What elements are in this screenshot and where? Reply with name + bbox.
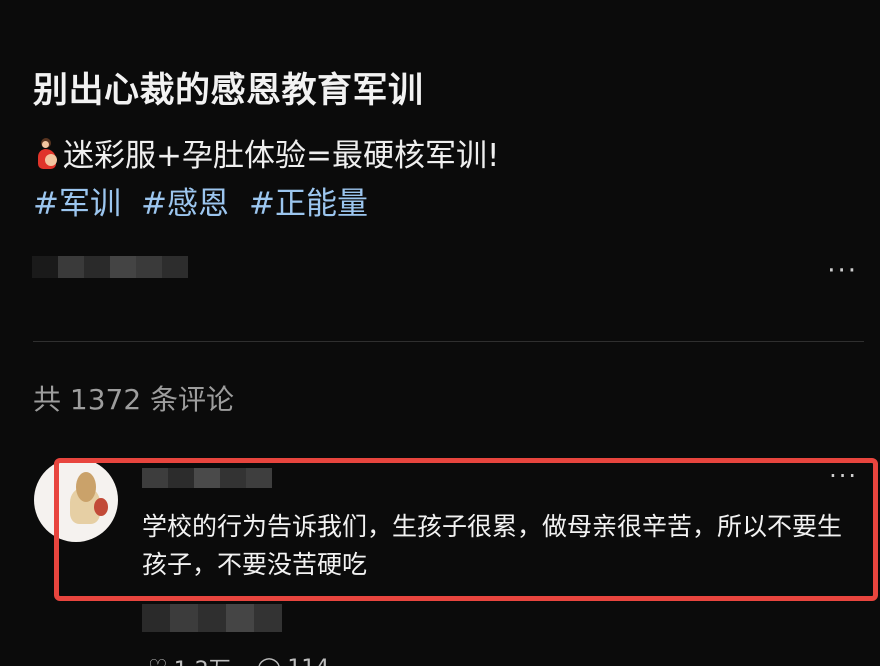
- comment-meta-blurred: [142, 604, 282, 632]
- comment-count: 共 1372 条评论: [33, 383, 235, 416]
- post-page: 别出心裁的感恩教育军训 迷彩服+孕肚体验=最硬核军训! #军训 #感恩 #正能量…: [0, 0, 880, 666]
- author-info-blurred: [32, 256, 188, 278]
- reply-count: 114: [287, 656, 329, 666]
- comment-actions: ♡ 1.2万 ◯ 114: [148, 652, 329, 666]
- hashtag-zhengnengliang[interactable]: #正能量: [249, 178, 368, 223]
- post-title: 别出心裁的感恩教育军训: [33, 71, 424, 111]
- post-subtitle-text: 迷彩服+孕肚体验=最硬核军训!: [63, 138, 500, 174]
- post-more-icon[interactable]: ···: [827, 256, 858, 286]
- comment-bubble-icon: ◯: [257, 656, 282, 666]
- like-button[interactable]: ♡ 1.2万: [148, 652, 231, 666]
- comment-highlight-box: [54, 458, 878, 601]
- hashtag-ganen[interactable]: #感恩: [141, 178, 229, 223]
- pregnant-woman-emoji-icon: [33, 136, 59, 170]
- divider: [33, 341, 864, 342]
- heart-icon: ♡: [148, 656, 168, 666]
- hashtag-junxun[interactable]: #军训: [33, 178, 121, 223]
- like-count: 1.2万: [174, 652, 231, 666]
- post-subtitle: 迷彩服+孕肚体验=最硬核军训!: [33, 130, 499, 175]
- reply-button[interactable]: ◯ 114: [257, 652, 330, 666]
- hashtag-list: #军训 #感恩 #正能量: [33, 178, 368, 223]
